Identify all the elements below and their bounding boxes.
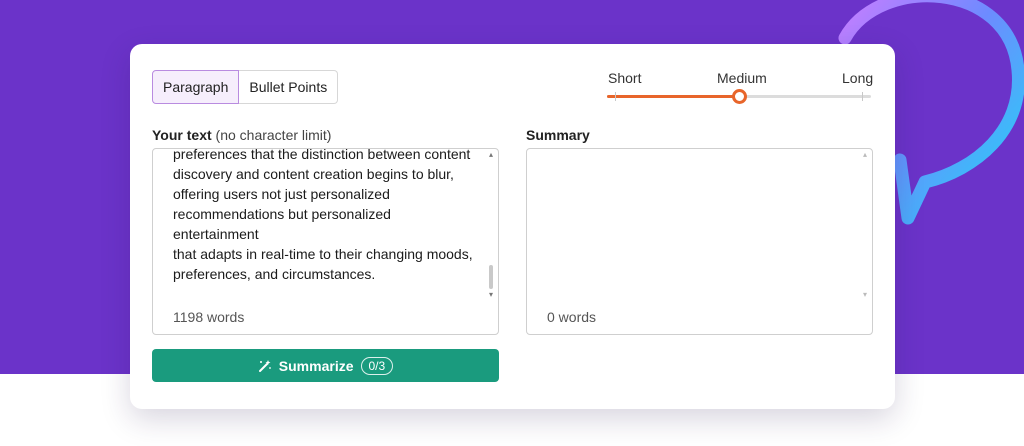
input-hint: (no character limit) (215, 127, 332, 143)
length-short-label[interactable]: Short (608, 70, 641, 86)
input-word-count: 1198 words (173, 309, 245, 325)
input-scroll-thumb[interactable] (489, 265, 493, 289)
input-title: Your text (152, 127, 212, 143)
slider-tick-short (615, 92, 616, 101)
input-line: offering users not just personalized (173, 186, 390, 202)
usage-counter-badge: 0/3 (360, 356, 394, 375)
mode-paragraph-button[interactable]: Paragraph (152, 70, 240, 104)
input-line: preferences, and circumstances. (173, 266, 376, 282)
input-text: preferences that the distinction between… (173, 148, 473, 284)
mode-bullet-points-button[interactable]: Bullet Points (239, 70, 339, 104)
length-slider-fill (607, 95, 739, 98)
length-medium-label[interactable]: Medium (717, 70, 767, 86)
input-line: preferences that the distinction between… (173, 148, 471, 162)
mode-toggle: Paragraph Bullet Points (152, 70, 339, 104)
summarizer-card: Paragraph Bullet Points Short Medium Lon… (130, 44, 895, 409)
length-slider-handle[interactable] (732, 89, 747, 104)
scroll-down-icon[interactable]: ▾ (486, 291, 496, 299)
summarize-button[interactable]: Summarize 0/3 (152, 349, 499, 382)
summary-output[interactable]: ▴ ▾ 0 words (526, 148, 873, 335)
summary-word-count: 0 words (547, 309, 597, 325)
summarize-label: Summarize (278, 357, 354, 374)
scroll-up-icon[interactable]: ▴ (486, 151, 496, 159)
scroll-up-icon[interactable]: ▴ (860, 151, 870, 159)
input-scrollbar[interactable]: ▴ ▾ (486, 151, 496, 301)
scroll-down-icon[interactable]: ▾ (860, 291, 870, 299)
summary-title: Summary (526, 127, 590, 143)
input-line: that adapts in real-time to their changi… (173, 246, 473, 262)
input-panel-title: Your text (no character limit) (152, 127, 331, 143)
input-line: recommendations but personalized enterta… (173, 206, 391, 242)
slider-tick-long (862, 92, 863, 101)
page: Paragraph Bullet Points Short Medium Lon… (0, 0, 1024, 446)
wand-icon (258, 359, 271, 372)
summary-panel-title: Summary (526, 127, 590, 143)
summary-scrollbar[interactable]: ▴ ▾ (860, 151, 870, 301)
input-textarea[interactable]: preferences that the distinction between… (152, 148, 499, 335)
length-long-label[interactable]: Long (842, 70, 873, 86)
input-line: discovery and content creation begins to… (173, 166, 454, 182)
length-slider[interactable] (607, 89, 871, 104)
